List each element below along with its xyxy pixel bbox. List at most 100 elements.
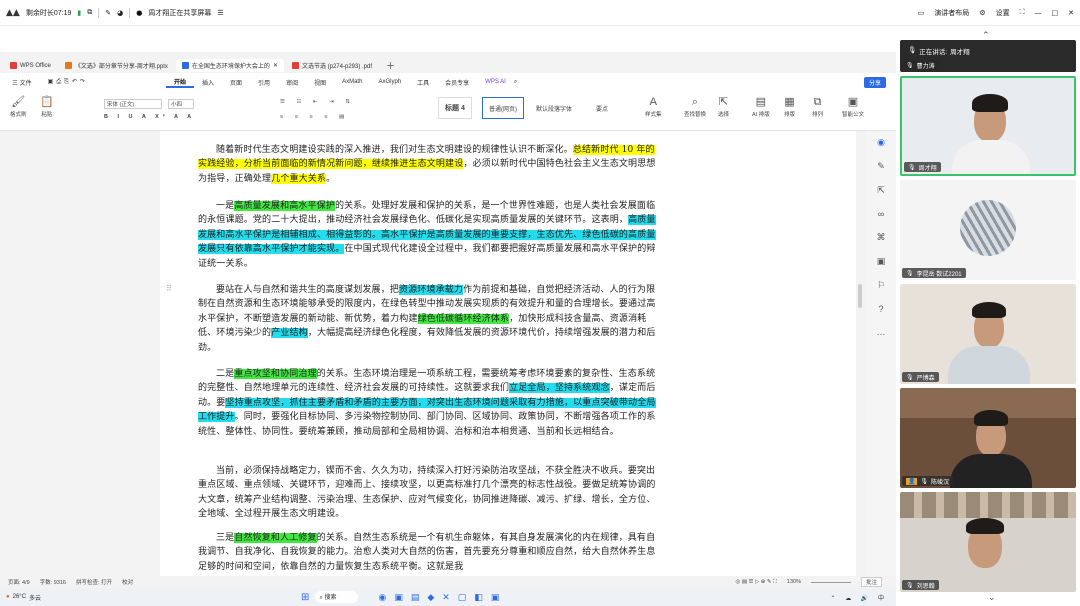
annotate-icon[interactable]: ✎ bbox=[105, 9, 111, 17]
find-replace-button[interactable]: ⌕ 查找替换 bbox=[684, 97, 706, 119]
font-select[interactable]: 宋体 (正文) bbox=[104, 99, 162, 109]
gift-icon[interactable]: ⚐ bbox=[877, 280, 885, 291]
quick-tools-icon[interactable]: ▣⎙⎘↶↷ bbox=[40, 78, 96, 86]
video-tile-5[interactable]: 🎙 刘思翰 bbox=[900, 492, 1076, 592]
right-tool-bar: ◉ ✎ ⇱ ∞ ⌘ ▣ ⚐ ? … bbox=[866, 131, 896, 576]
search-icon[interactable]: ⌕ bbox=[514, 78, 517, 86]
vertical-scrollbar[interactable] bbox=[858, 284, 862, 308]
text-run: 立足全局，坚持系统观念 bbox=[509, 383, 610, 394]
paragraph-1: 随着新时代生态文明建设实践的深入推进，我们对生态文明建设的规律性认识不断深化。总… bbox=[198, 143, 663, 186]
paste-button[interactable]: 📋 粘贴 bbox=[40, 96, 54, 119]
tab-wps-office[interactable]: WPS Office bbox=[4, 59, 57, 72]
spell-check[interactable]: 拼写检查: 打开 bbox=[76, 578, 112, 586]
menu-axmath[interactable]: AxMath bbox=[334, 79, 370, 85]
menu-file[interactable]: 三 文件 bbox=[4, 78, 40, 87]
smart-doc-icon: ▣ bbox=[847, 96, 859, 108]
video-tile-3[interactable]: 🎙 严博森 bbox=[900, 284, 1076, 384]
layout-button[interactable]: 演讲者布局 bbox=[934, 8, 969, 18]
maximize-icon[interactable]: □ bbox=[1052, 9, 1059, 17]
proofread[interactable]: 校对 bbox=[122, 578, 133, 586]
style-normal-web[interactable]: 普通(网页) bbox=[482, 97, 524, 119]
comment-button[interactable]: 批注 bbox=[860, 577, 882, 587]
link-icon[interactable]: ∞ bbox=[878, 209, 884, 219]
menu-insert[interactable]: 插入 bbox=[194, 78, 222, 87]
text-run: 重点攻坚和协同治理 bbox=[234, 369, 317, 379]
layout-icon[interactable]: ▭ bbox=[918, 9, 925, 17]
pointer-icon[interactable]: ⇱ bbox=[877, 185, 885, 196]
settings-icon[interactable]: ⚙ bbox=[979, 9, 985, 17]
close-icon[interactable]: ✕ bbox=[1068, 9, 1074, 17]
weather-temp: 26°C bbox=[12, 594, 27, 600]
layout-button-ribbon[interactable]: ▦ 排版 bbox=[784, 97, 795, 119]
menu-review[interactable]: 审阅 bbox=[278, 78, 306, 87]
location-icon[interactable]: ◉ bbox=[877, 137, 885, 148]
share-menu-icon[interactable]: ☰ bbox=[217, 9, 223, 17]
participant-hair bbox=[972, 94, 1008, 112]
menu-wps-ai[interactable]: WPS AI bbox=[477, 79, 514, 85]
mic-icon: 🎙 bbox=[908, 47, 917, 54]
new-tab-icon[interactable]: ＋ bbox=[380, 59, 401, 72]
meeting-top-bar: ▲▲ 剩余时长07:19 ▮ ⧉ ✎ ◕ ● 周才翔正在共享屏幕 ☰ ▭ 演讲者… bbox=[0, 0, 1080, 26]
menu-tools[interactable]: 工具 bbox=[409, 78, 437, 87]
paragraph-icons[interactable]: ☰ ☷ ⇤ ⇥ ⇅ bbox=[280, 99, 355, 105]
tab-pptx[interactable]: 《文选》部分章节分享-周才翔.pptx bbox=[59, 59, 174, 72]
image-icon[interactable]: ▣ bbox=[877, 256, 886, 267]
taskbar-apps[interactable]: ◉▣▤◆✕▢◧▣ bbox=[378, 592, 507, 603]
menu-home[interactable]: 开始 bbox=[166, 77, 195, 88]
participant-hair bbox=[966, 518, 1004, 534]
styles-set-button[interactable]: A 样式集 bbox=[645, 97, 662, 119]
page-status[interactable]: 页面: 4/9 bbox=[8, 578, 30, 586]
expand-down-icon[interactable]: ⌄ bbox=[988, 592, 996, 603]
text-run: 资源环境承载力 bbox=[399, 285, 464, 295]
help-icon[interactable]: ? bbox=[878, 304, 883, 314]
meeting-logo-icon: ▲▲ bbox=[6, 7, 20, 18]
menu-axglyph[interactable]: AxGlyph bbox=[370, 79, 409, 85]
tab-doc-active[interactable]: 在全国生态环境保护大会上的 ✕ bbox=[175, 59, 284, 72]
plugin-icon[interactable]: ⌘ bbox=[877, 232, 886, 243]
start-icon[interactable]: ⊞ bbox=[301, 592, 309, 603]
paste-icon: 📋 bbox=[40, 96, 54, 108]
style-emphasis[interactable]: 要点 bbox=[590, 97, 615, 119]
zoom-slider[interactable] bbox=[810, 581, 851, 583]
menu-reference[interactable]: 引用 bbox=[250, 78, 278, 87]
select-button[interactable]: ⇱ 选择 bbox=[718, 97, 729, 119]
speaker-tile[interactable]: 🎙 正在讲话: 周才翔 🎙 曹力涛 bbox=[900, 40, 1076, 72]
tab-close-icon[interactable]: ✕ bbox=[273, 62, 278, 69]
menu-member[interactable]: 会员专享 bbox=[437, 78, 477, 87]
smart-doc-button[interactable]: ▣ 智能公文 bbox=[842, 96, 864, 119]
mic-small-icon: 🎙 bbox=[906, 582, 914, 589]
pip-icon[interactable]: ⧉ bbox=[87, 8, 92, 17]
style-default[interactable]: 默认段落字体 bbox=[530, 97, 579, 119]
status-bar: 页面: 4/9 字数: 9316 拼写检查: 打开 校对 ◎ ▤ ☰ ▷ ⊕ ✎… bbox=[0, 576, 896, 588]
document-page[interactable]: 随着新时代生态文明建设实践的深入推进，我们对生态文明建设的规律性认识不断深化。总… bbox=[160, 131, 856, 576]
share-button[interactable]: 分享 bbox=[863, 76, 886, 88]
wps-logo-icon bbox=[10, 62, 17, 69]
more-icon[interactable]: … bbox=[877, 327, 886, 337]
menu-page[interactable]: 页面 bbox=[222, 78, 250, 87]
taskbar-search[interactable]: ⌕ 搜索 bbox=[315, 591, 359, 603]
video-tile-avatar[interactable]: 🎙 李昆岳 数试2201 bbox=[900, 180, 1076, 280]
font-format-icons[interactable]: B I U A X² A A bbox=[104, 114, 195, 120]
pen-icon[interactable]: ✎ bbox=[877, 161, 885, 172]
style-heading4[interactable]: 标题 4 bbox=[438, 97, 472, 119]
size-select[interactable]: 小四 bbox=[168, 99, 194, 109]
remaining-time: 剩余时长07:19 bbox=[25, 9, 72, 17]
camera-icon[interactable]: ◕ bbox=[117, 9, 123, 17]
tray-icons[interactable]: ⌃ ☁ 🔊 中 bbox=[831, 593, 889, 602]
minimize-icon[interactable]: — bbox=[1035, 9, 1042, 17]
video-tile-active[interactable]: 🎙 周才翔 bbox=[900, 76, 1076, 176]
menu-view[interactable]: 视图 bbox=[306, 78, 334, 87]
video-tile-4[interactable]: 👤 🎙 陈峻汉 bbox=[900, 388, 1076, 488]
fullscreen-icon[interactable]: ⛶ bbox=[1020, 8, 1025, 17]
arrange-button[interactable]: ⧉ 排列 bbox=[812, 97, 823, 119]
tab-pdf[interactable]: 文选节选 (p274-p293) .pdf bbox=[286, 59, 378, 72]
paragraph-6: 三是自然恢复和人工修复的关系。自然生态系统是一个有机生命躯体，有其自身发展演化的… bbox=[198, 531, 663, 574]
view-icons[interactable]: ◎ ▤ ☰ ▷ ⊕ ✎ ⛶ bbox=[736, 579, 777, 586]
format-painter-button[interactable]: 🖌 格式刷 bbox=[10, 97, 27, 119]
align-icons[interactable]: ≡ ≡ ≡ ≡ ▤ bbox=[280, 114, 349, 120]
word-count[interactable]: 字数: 9316 bbox=[40, 578, 66, 586]
settings-button[interactable]: 设置 bbox=[996, 8, 1010, 18]
zoom-level[interactable]: 130% bbox=[787, 579, 801, 585]
drag-handle-icon[interactable]: ⠿ bbox=[166, 284, 172, 293]
ai-layout-button[interactable]: ▤ AI 排版 bbox=[752, 97, 770, 119]
